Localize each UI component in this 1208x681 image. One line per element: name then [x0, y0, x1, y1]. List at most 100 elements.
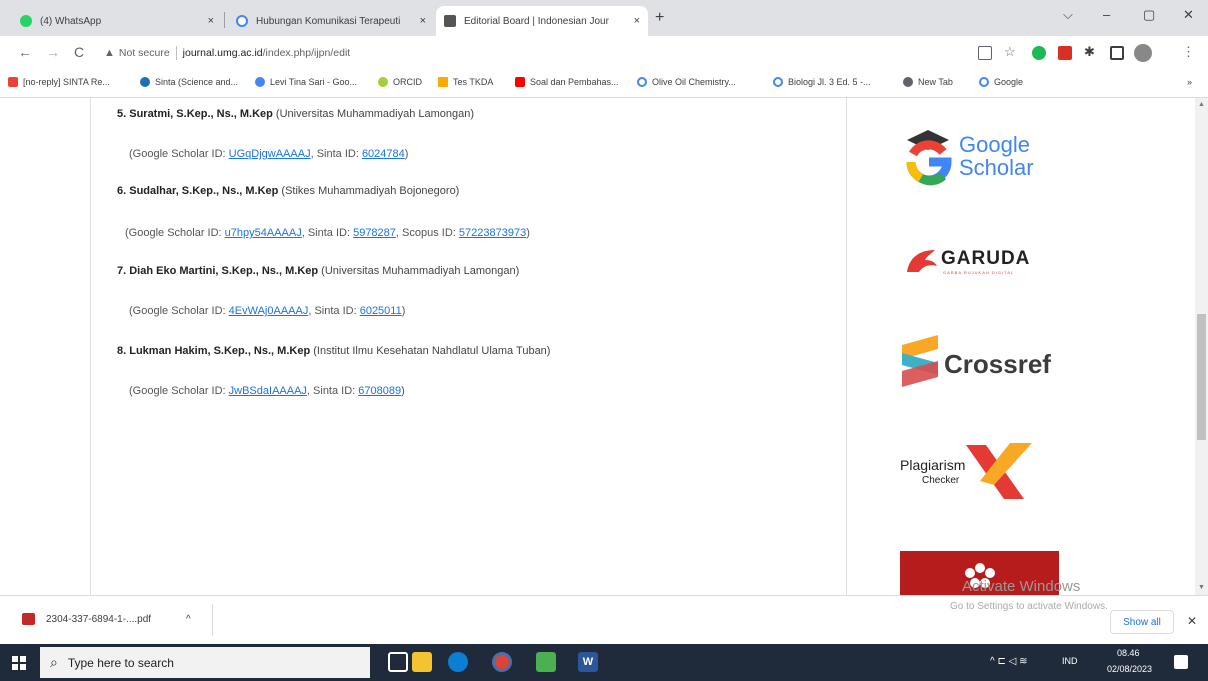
close-window-icon[interactable]: ✕ — [1183, 7, 1194, 23]
tab-title: Editorial Board | Indonesian Jour — [464, 15, 609, 27]
file-explorer-icon[interactable] — [412, 652, 432, 672]
photos-app-icon[interactable] — [536, 652, 556, 672]
member-ids: (Google Scholar ID: JwBSdaIAAAAJ, Sinta … — [129, 385, 405, 397]
bookmark-item[interactable]: Soal dan Pembahas... — [515, 77, 619, 87]
profile-avatar[interactable] — [1134, 44, 1152, 62]
chrome-icon[interactable] — [492, 652, 512, 672]
side-panel-icon[interactable] — [1110, 46, 1124, 60]
logo-text: Google — [959, 132, 1030, 157]
warning-icon: ▲ — [104, 47, 115, 59]
id-label: , Scopus ID: — [395, 227, 459, 239]
member-name: 7. Diah Eko Martini, S.Kep., Ns., M.Kep — [117, 265, 319, 277]
google-scholar-link[interactable]: UGqDjgwAAAAJ — [229, 148, 311, 160]
google-icon — [236, 15, 248, 27]
activate-windows-title: Activate Windows — [962, 578, 1081, 595]
maximize-icon[interactable]: ▢ — [1143, 7, 1155, 23]
close-tab-icon[interactable]: × — [420, 15, 426, 27]
forward-arrow-icon[interactable]: → — [46, 44, 60, 60]
page-scrollbar[interactable]: ▲ ▼ — [1195, 98, 1208, 595]
bookmark-item[interactable]: Tes TKDA — [438, 77, 493, 87]
sinta-link[interactable]: 6024784 — [362, 148, 405, 160]
scroll-down-icon[interactable]: ▼ — [1198, 584, 1205, 591]
taskbar-search-input[interactable]: ⌕ Type here to search — [40, 647, 370, 678]
bookmark-item[interactable]: Sinta (Science and... — [140, 77, 238, 87]
windows-start-icon[interactable] — [12, 656, 26, 670]
member-heading: 6. Sudalhar, S.Kep., Ns., M.Kep (Stikes … — [117, 185, 459, 197]
google-scholar-link[interactable]: 4EvWAj0AAAAJ — [229, 305, 309, 317]
bookmark-item[interactable]: [no-reply] SINTA Re... — [8, 77, 110, 87]
word-icon[interactable]: W — [578, 652, 598, 672]
id-label: (Google Scholar ID: — [129, 385, 229, 397]
plagiarism-checker-logo[interactable]: Plagiarism Checker — [900, 441, 1060, 501]
close-download-bar-icon[interactable]: ✕ — [1187, 614, 1197, 628]
tab-editorial-board[interactable]: Editorial Board | Indonesian Jour × — [436, 6, 648, 36]
google-icon — [979, 77, 989, 87]
member-heading: 8. Lukman Hakim, S.Kep., Ns., M.Kep (Ins… — [117, 345, 550, 357]
page-content: 5. Suratmi, S.Kep., Ns., M.Kep (Universi… — [0, 98, 1195, 595]
google-scholar-link[interactable]: JwBSdaIAAAAJ — [229, 385, 307, 397]
tab-separator — [224, 12, 225, 28]
show-all-button[interactable]: Show all — [1110, 610, 1174, 634]
bookmarks-overflow-icon[interactable]: » — [1187, 77, 1192, 87]
share-icon[interactable] — [978, 46, 992, 60]
minimize-icon[interactable]: – — [1103, 7, 1110, 22]
scopus-link[interactable]: 57223873973 — [459, 227, 526, 239]
google-scholar-logo[interactable]: Google Scholar — [903, 128, 1063, 190]
reload-icon[interactable]: C — [74, 44, 84, 60]
clock-time[interactable]: 08.46 — [1117, 648, 1140, 658]
address-bar[interactable]: ▲ Not secure journal.umg.ac.id /index.ph… — [104, 42, 964, 64]
edge-icon[interactable] — [448, 652, 468, 672]
menu-kebab-icon[interactable]: ⋮ — [1182, 44, 1196, 59]
google-scholar-link[interactable]: u7hpy54AAAAJ — [225, 227, 302, 239]
grammarly-extension-icon[interactable] — [1032, 46, 1046, 60]
crossref-logo[interactable]: Crossref — [900, 335, 1065, 391]
windows-taskbar: ⌕ Type here to search W ^ ⊏ ◁ ≋ IND 08.4… — [0, 644, 1208, 681]
bookmark-item[interactable]: Biologi Jl. 3 Ed. 5 -... — [773, 77, 871, 87]
garuda-logo[interactable]: GARUDA GARBA RUJUKAN DIGITAL — [905, 246, 1065, 286]
close-tab-icon[interactable]: × — [634, 15, 640, 27]
logo-text: Crossref — [944, 349, 1051, 379]
id-label: (Google Scholar ID: — [129, 148, 229, 160]
bookmark-item[interactable]: ORCID — [378, 77, 422, 87]
task-view-icon[interactable] — [388, 652, 408, 672]
bookmark-item[interactable]: New Tab — [903, 77, 953, 87]
notification-icon[interactable] — [1174, 655, 1188, 669]
whatsapp-icon — [20, 15, 32, 27]
tab-whatsapp[interactable]: (4) WhatsApp × — [12, 6, 222, 36]
bookmark-item[interactable]: Olive Oil Chemistry... — [637, 77, 736, 87]
member-name: 5. Suratmi, S.Kep., Ns., M.Kep — [117, 108, 273, 120]
bookmark-label: Google — [994, 77, 1024, 87]
id-label: , Sinta ID: — [306, 385, 359, 397]
sinta-link[interactable]: 6708089 — [358, 385, 401, 397]
id-label: , Sinta ID: — [308, 305, 360, 317]
bookmark-label: Soal dan Pembahas... — [530, 77, 619, 87]
clock-date[interactable]: 02/08/2023 — [1107, 664, 1152, 674]
id-label: ) — [401, 385, 405, 397]
scrollbar-thumb[interactable] — [1197, 314, 1206, 440]
new-tab-button[interactable]: + — [655, 9, 664, 27]
extensions-puzzle-icon[interactable]: ✱ — [1084, 44, 1098, 59]
url-path: /index.php/ijpn/edit — [262, 47, 351, 59]
download-filename[interactable]: 2304-337-6894-1-....pdf — [46, 614, 151, 625]
bookmark-label: ORCID — [393, 77, 422, 87]
tab-hubungan[interactable]: Hubungan Komunikasi Terapeuti × — [228, 6, 434, 36]
sinta-link[interactable]: 6025011 — [360, 305, 402, 317]
scroll-up-icon[interactable]: ▲ — [1198, 101, 1205, 108]
logo-text: GARUDA — [941, 248, 1031, 269]
tab-search-icon[interactable]: ⌵ — [1063, 7, 1073, 23]
bookmark-item[interactable]: Google — [979, 77, 1023, 87]
back-arrow-icon[interactable]: ← — [18, 44, 32, 60]
bookmark-label: Levi Tina Sari - Goo... — [270, 77, 358, 87]
pdf-extension-icon[interactable] — [1058, 46, 1072, 60]
bookmark-item[interactable]: Levi Tina Sari - Goo... — [255, 77, 357, 87]
search-placeholder: Type here to search — [67, 655, 174, 670]
globe-icon — [903, 77, 913, 87]
tab-title: (4) WhatsApp — [40, 15, 102, 27]
close-tab-icon[interactable]: × — [208, 15, 214, 27]
sinta-link[interactable]: 5978287 — [353, 227, 396, 239]
download-options-icon[interactable]: ^ — [186, 614, 191, 625]
id-label: (Google Scholar ID: — [129, 305, 229, 317]
bookmark-star-icon[interactable]: ☆ — [1004, 44, 1018, 59]
language-indicator[interactable]: IND — [1062, 656, 1078, 666]
tray-icons[interactable]: ^ ⊏ ◁ ≋ — [990, 656, 1027, 667]
